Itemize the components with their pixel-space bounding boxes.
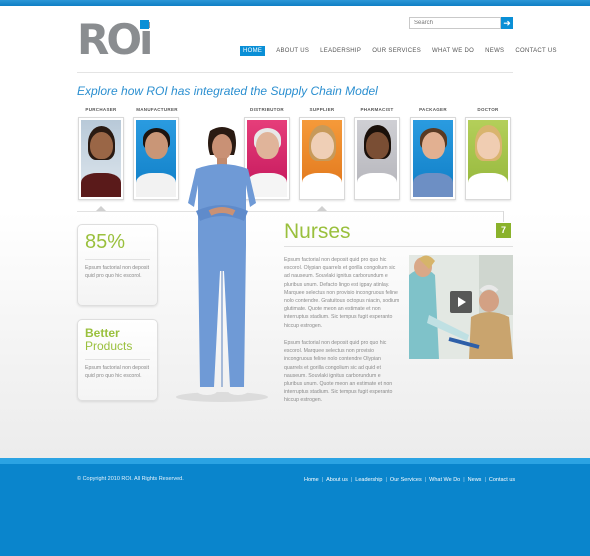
doctor-photo	[468, 120, 508, 197]
role-label-distributor: DISTRIBUTOR	[250, 107, 284, 112]
footer-link-home[interactable]: Home	[304, 477, 319, 483]
search-bar: ➜	[409, 17, 513, 29]
nav-item-news[interactable]: NEWS	[485, 46, 504, 56]
footer-separator: |	[350, 477, 353, 483]
section-title: Nurses	[284, 220, 351, 243]
footer-copyright: © Copyright 2010 ROI. All Rights Reserve…	[77, 476, 184, 482]
hero-tagline: Explore how ROI has integrated the Suppl…	[77, 84, 378, 98]
nav-item-contact-us[interactable]: CONTACT US	[515, 46, 556, 56]
footer-link-about-us[interactable]: About us	[326, 477, 348, 483]
stat-description: Epsum factorial non deposit quid pro quo…	[85, 365, 150, 379]
role-label-purchaser: PURCHASER	[85, 107, 117, 112]
pharmacist-photo	[357, 120, 397, 197]
section-connector-line	[503, 211, 504, 222]
supplier-photo	[302, 120, 342, 197]
role-label-doctor: DOCTOR	[477, 107, 499, 112]
main-nav: HOME ABOUT US LEADERSHIP OUR SERVICES WH…	[240, 46, 557, 56]
footer-separator: |	[321, 477, 324, 483]
footer-link-our-services[interactable]: Our Services	[390, 477, 422, 483]
role-label-supplier: SUPPLIER	[309, 107, 335, 112]
supplier-pointer-icon	[317, 206, 327, 211]
nav-item-leadership[interactable]: LEADERSHIP	[320, 46, 361, 56]
role-label-pharmacist: PHARMACIST	[360, 107, 394, 112]
content-top-divider	[77, 211, 503, 212]
role-card-doctor[interactable]	[465, 117, 511, 200]
purchaser-photo	[81, 120, 121, 197]
footer-links: Home | About us | Leadership | Our Servi…	[304, 476, 515, 484]
stat-headline-line2: Products	[85, 339, 133, 353]
section-title-divider	[284, 246, 513, 247]
nav-item-about-us[interactable]: ABOUT US	[276, 46, 309, 56]
nav-item-our-services[interactable]: OUR SERVICES	[372, 46, 421, 56]
search-input[interactable]	[409, 17, 501, 29]
footer-link-contact-us[interactable]: Contact us	[489, 477, 515, 483]
arrow-right-icon[interactable]: ➜	[501, 17, 513, 29]
top-accent-bar	[0, 0, 590, 6]
section-badge: 7	[496, 223, 511, 238]
stat-headline: 85%	[85, 231, 126, 253]
stat-description: Epsum factorial non deposit quid pro quo…	[85, 265, 150, 279]
footer-separator: |	[463, 477, 465, 483]
play-icon[interactable]	[450, 291, 472, 313]
header-divider	[77, 72, 513, 73]
role-card-packager[interactable]	[410, 117, 456, 200]
footer-link-what-we-do[interactable]: What We Do	[429, 477, 460, 483]
logo-dot-icon	[140, 20, 149, 29]
stat-card-percentage: 85% Epsum factorial non deposit quid pro…	[77, 224, 158, 306]
role-label-packager: PACKAGER	[419, 107, 447, 112]
footer-separator: |	[385, 477, 387, 483]
stat-card-better-products: Better Products Epsum factorial non depo…	[77, 319, 158, 401]
section-paragraph-1: Epsum factorial non deposit quid pro quo…	[284, 257, 400, 329]
section-paragraph-2: Epsum factorial non deposit quid pro quo…	[284, 340, 393, 404]
packager-photo	[413, 120, 453, 197]
stat-headline-line1: Better	[85, 326, 120, 340]
footer-link-news[interactable]: News	[468, 477, 482, 483]
footer-separator: |	[484, 477, 486, 483]
role-card-supplier[interactable]	[299, 117, 345, 200]
stat-divider	[85, 359, 150, 360]
nav-item-what-we-do[interactable]: WHAT WE DO	[432, 46, 474, 56]
stat-divider	[85, 259, 150, 260]
role-label-manufacturer: MANUFACTURER	[136, 107, 178, 112]
role-card-pharmacist[interactable]	[354, 117, 400, 200]
role-card-purchaser[interactable]	[78, 117, 124, 200]
nurse-illustration	[176, 127, 268, 402]
logo[interactable]: ROi	[77, 19, 153, 61]
nav-item-home[interactable]: HOME	[240, 46, 266, 56]
footer-link-leadership[interactable]: Leadership	[355, 477, 382, 483]
purchaser-pointer-icon	[96, 206, 106, 211]
footer-separator: |	[424, 477, 427, 483]
